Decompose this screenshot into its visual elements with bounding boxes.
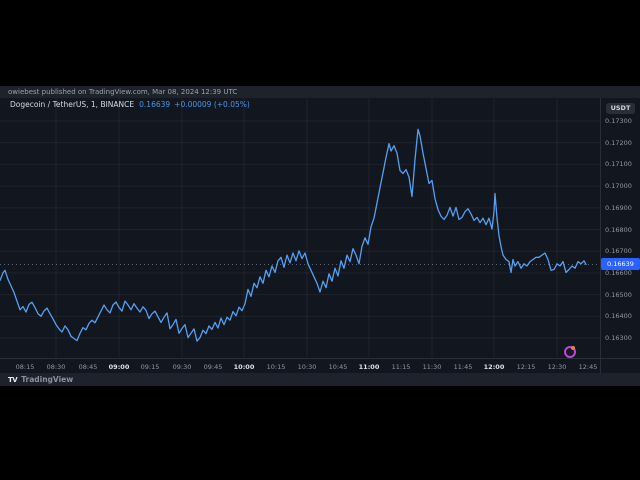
chart-pane[interactable]: Dogecoin / TetherUS, 1, BINANCE 0.16639 +0…	[0, 98, 640, 373]
time-tick-label: 08:45	[79, 363, 98, 371]
time-tick-label: 12:30	[548, 363, 567, 371]
last-price-tag: 0.16639	[601, 258, 640, 270]
price-tick-label: 0.16600	[605, 269, 632, 277]
publish-attribution-text: owiebest published on TradingView.com, M…	[8, 88, 237, 96]
price-change-value: +0.00009 (+0.05%)	[174, 100, 250, 109]
time-tick-label: 08:15	[16, 363, 35, 371]
price-tick-label: 0.17000	[605, 182, 632, 190]
time-axis[interactable]: 08:15 08:30 08:45 09:00 09:15 09:30 09:45 10:00…	[0, 358, 640, 373]
price-tick-label: 0.16300	[605, 334, 632, 342]
price-tick-label: 0.17200	[605, 139, 632, 147]
time-tick-label: 12:45	[579, 363, 598, 371]
time-tick-label: 11:30	[423, 363, 442, 371]
price-tick-label: 0.17100	[605, 160, 632, 168]
price-tick-label: 0.16400	[605, 312, 632, 320]
price-line-series	[0, 129, 586, 341]
currency-toggle-button[interactable]: USDT	[606, 103, 635, 114]
time-tick-label: 10:30	[298, 363, 317, 371]
time-tick-label: 10:45	[329, 363, 348, 371]
time-tick-label: 11:15	[392, 363, 411, 371]
time-tick-label: 11:00	[359, 363, 380, 371]
last-price-value: 0.16639	[139, 100, 170, 109]
time-tick-label: 09:00	[109, 363, 130, 371]
time-tick-label: 12:00	[484, 363, 505, 371]
time-tick-label: 10:00	[234, 363, 255, 371]
time-tick-label: 11:45	[454, 363, 473, 371]
symbol-title: Dogecoin / TetherUS, 1, BINANCE	[10, 100, 134, 109]
time-tick-label: 10:15	[267, 363, 286, 371]
publish-attribution-bar: owiebest published on TradingView.com, M…	[0, 86, 640, 98]
price-chart[interactable]	[0, 98, 600, 358]
time-tick-label: 09:30	[173, 363, 192, 371]
tradingview-logo-icon[interactable]: TV	[8, 376, 17, 384]
price-tick-label: 0.16500	[605, 291, 632, 299]
price-axis[interactable]: USDT 0.17300 0.17200 0.17100 0.17000 0.16900…	[600, 98, 640, 373]
tradingview-snapshot: owiebest published on TradingView.com, M…	[0, 86, 640, 386]
price-tick-label: 0.16700	[605, 247, 632, 255]
price-tick-label: 0.16800	[605, 226, 632, 234]
time-tick-label: 09:15	[141, 363, 160, 371]
price-tick-label: 0.16900	[605, 204, 632, 212]
time-tick-label: 08:30	[47, 363, 66, 371]
price-tick-label: 0.17300	[605, 117, 632, 125]
tradingview-footer-bar: TV TradingView	[0, 373, 640, 386]
time-tick-label: 12:15	[517, 363, 536, 371]
tradingview-logo-text[interactable]: TradingView	[21, 375, 73, 384]
symbol-legend: Dogecoin / TetherUS, 1, BINANCE 0.16639 +0…	[10, 100, 250, 109]
chart-badge-icon	[564, 346, 576, 358]
time-tick-label: 09:45	[204, 363, 223, 371]
video-frame: { "publish_bar": { "text": "owiebest pub…	[0, 0, 640, 480]
